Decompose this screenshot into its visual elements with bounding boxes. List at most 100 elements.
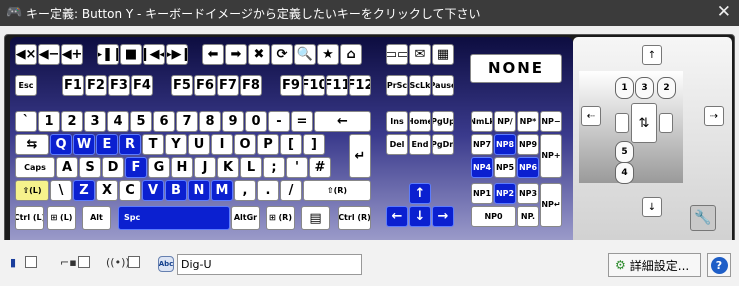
f8-key[interactable]: F8 <box>240 75 262 96</box>
f7-key[interactable]: F7 <box>217 75 239 96</box>
browser-refresh-key[interactable]: ⟳ <box>271 44 293 65</box>
mouse-move-down-button[interactable]: ↓ <box>642 197 662 217</box>
right-bracket-key[interactable]: ] <box>303 134 325 155</box>
pause-key[interactable]: Pause <box>432 75 454 96</box>
numpad-7-key[interactable]: NP7 <box>471 134 493 155</box>
menu-key[interactable]: ▤ <box>301 206 330 230</box>
volume-down-key[interactable]: ◀− <box>38 44 60 65</box>
key-5[interactable]: 5 <box>130 111 152 132</box>
key-4[interactable]: 4 <box>107 111 129 132</box>
browser-favorites-key[interactable]: ★ <box>317 44 339 65</box>
f5-key[interactable]: F5 <box>171 75 193 96</box>
numpad-1-key[interactable]: NP1 <box>471 183 493 204</box>
play-pause-key[interactable]: ▶❚❚ <box>97 44 119 65</box>
numpad-minus-key[interactable]: NP− <box>540 111 562 132</box>
numpad-8-key[interactable]: NP8 <box>494 134 516 155</box>
key-j[interactable]: J <box>194 157 216 178</box>
key-e[interactable]: E <box>96 134 118 155</box>
key-k[interactable]: K <box>217 157 239 178</box>
mouse-wheel-button[interactable]: ⇅ <box>631 103 657 143</box>
numpad-decimal-key[interactable]: NP. <box>517 206 539 227</box>
advanced-settings-button[interactable]: ⚙ 詳細設定... <box>608 253 701 277</box>
space-key[interactable]: Spc <box>118 206 230 230</box>
mouse-button-2[interactable]: 2 <box>657 77 676 99</box>
key-v[interactable]: V <box>142 180 164 201</box>
quote-key[interactable]: ' <box>286 157 308 178</box>
left-ctrl-key[interactable]: Ctrl (L) <box>15 206 44 230</box>
key-o[interactable]: O <box>234 134 256 155</box>
browser-home-key[interactable]: ⌂ <box>340 44 362 65</box>
numpad-6-key[interactable]: NP6 <box>517 157 539 178</box>
f4-key[interactable]: F4 <box>131 75 153 96</box>
key-g[interactable]: G <box>148 157 170 178</box>
page-up-key[interactable]: PgUp <box>432 111 454 132</box>
f12-key[interactable]: F12 <box>349 75 371 96</box>
browser-search-key[interactable]: 🔍 <box>294 44 316 65</box>
backslash-key[interactable]: \ <box>50 180 72 201</box>
key-t[interactable]: T <box>142 134 164 155</box>
none-key[interactable]: NONE <box>470 54 562 83</box>
key-r[interactable]: R <box>119 134 141 155</box>
numpad-2-key[interactable]: NP2 <box>494 183 516 204</box>
arrow-right-key[interactable]: → <box>432 206 454 227</box>
backspace-key[interactable]: ← <box>314 111 371 132</box>
backtick-key[interactable]: ` <box>15 111 37 132</box>
key-w[interactable]: W <box>73 134 95 155</box>
numpad-4-key[interactable]: NP4 <box>471 157 493 178</box>
right-shift-key[interactable]: ⇧(R) <box>303 180 371 201</box>
arrow-left-key[interactable]: ← <box>386 206 408 227</box>
hash-key[interactable]: # <box>309 157 331 178</box>
f9-key[interactable]: F9 <box>280 75 302 96</box>
numpad-3-key[interactable]: NP3 <box>517 183 539 204</box>
right-ctrl-key[interactable]: Ctrl (R) <box>338 206 371 230</box>
key-u[interactable]: U <box>188 134 210 155</box>
mute-key[interactable]: ◀× <box>15 44 37 65</box>
mouse-button-4[interactable]: 4 <box>615 162 634 184</box>
key-7[interactable]: 7 <box>176 111 198 132</box>
ctrl-modifier-checkbox[interactable] <box>25 256 37 268</box>
mouse-button-3[interactable]: 3 <box>635 77 654 99</box>
comma-key[interactable]: , <box>234 180 256 201</box>
key-3[interactable]: 3 <box>84 111 106 132</box>
print-screen-key[interactable]: PrSc <box>386 75 408 96</box>
page-down-key[interactable]: PgDn <box>432 134 454 155</box>
left-bracket-key[interactable]: [ <box>280 134 302 155</box>
numpad-enter-key[interactable]: NP↵ <box>540 183 562 227</box>
key-l[interactable]: L <box>240 157 262 178</box>
browser-back-key[interactable]: ⬅ <box>202 44 224 65</box>
wheel-right-button[interactable] <box>659 113 673 133</box>
alt-gr-key[interactable]: AltGr <box>231 206 260 230</box>
f11-key[interactable]: F11 <box>326 75 348 96</box>
key-q[interactable]: Q <box>50 134 72 155</box>
enter-key[interactable]: ↵ <box>349 134 371 178</box>
home-key[interactable]: Home <box>409 111 431 132</box>
browser-forward-key[interactable]: ➡ <box>225 44 247 65</box>
numpad-multiply-key[interactable]: NP* <box>517 111 539 132</box>
key-z[interactable]: Z <box>73 180 95 201</box>
semicolon-key[interactable]: ; <box>263 157 285 178</box>
key-8[interactable]: 8 <box>199 111 221 132</box>
f10-key[interactable]: F10 <box>303 75 325 96</box>
key-p[interactable]: P <box>257 134 279 155</box>
left-shift-key[interactable]: ⇧(L) <box>15 180 49 201</box>
gun-checkbox[interactable] <box>78 256 90 268</box>
key-i[interactable]: I <box>211 134 233 155</box>
wheel-left-button[interactable] <box>615 113 629 133</box>
key-6[interactable]: 6 <box>153 111 175 132</box>
calculator-key[interactable]: ▦ <box>432 44 454 65</box>
key-x[interactable]: X <box>96 180 118 201</box>
delete-key[interactable]: Del <box>386 134 408 155</box>
key-1[interactable]: 1 <box>38 111 60 132</box>
left-alt-key[interactable]: Alt <box>82 206 111 230</box>
end-key[interactable]: End <box>409 134 431 155</box>
key-n[interactable]: N <box>188 180 210 201</box>
left-windows-key[interactable]: ⊞ (L) <box>47 206 76 230</box>
numpad-divide-key[interactable]: NP/ <box>494 111 516 132</box>
tab-key[interactable]: ⇆ <box>15 134 49 155</box>
num-lock-key[interactable]: NmLk <box>471 111 493 132</box>
volume-up-key[interactable]: ◀+ <box>61 44 83 65</box>
scroll-lock-key[interactable]: ScLk <box>409 75 431 96</box>
stop-key[interactable]: ■ <box>120 44 142 65</box>
right-windows-key[interactable]: ⊞ (R) <box>266 206 295 230</box>
minus-key[interactable]: - <box>268 111 290 132</box>
